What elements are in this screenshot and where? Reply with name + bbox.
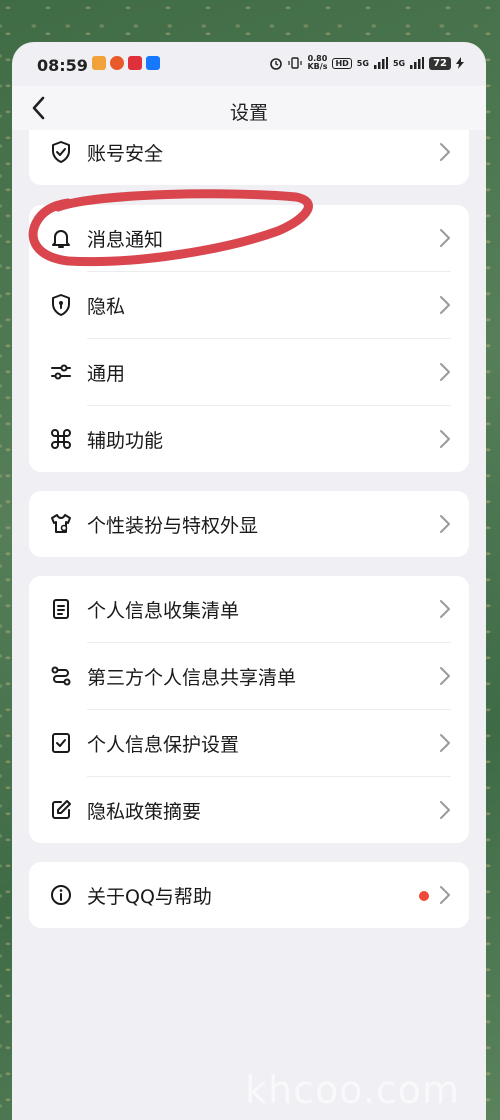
share-icon	[51, 666, 71, 686]
edit-icon	[52, 800, 71, 819]
app-notification-icon	[110, 56, 124, 70]
settings-row-account-security[interactable]: 账号安全	[29, 130, 469, 185]
status-app-icons	[92, 56, 160, 70]
tshirt-icon	[51, 514, 71, 533]
nav-bar: 设置	[12, 86, 486, 130]
signal-icon	[410, 57, 425, 69]
chevron-right-icon	[440, 515, 450, 533]
settings-row-general[interactable]: 通用	[29, 339, 469, 405]
privacy-info-card: 个人信息收集清单 第三方个人信息共享清单 个人信息保护设置 隐私政策摘要	[29, 576, 469, 843]
document-icon	[53, 599, 69, 619]
row-label: 隐私	[87, 296, 126, 318]
chevron-right-icon	[440, 667, 450, 685]
account-card: 账号安全	[29, 130, 469, 185]
settings-row-policy[interactable]: 隐私政策摘要	[29, 777, 469, 843]
network-speed: 0.80 KB/s	[307, 55, 327, 71]
row-label: 个人信息保护设置	[87, 734, 240, 756]
chevron-right-icon	[440, 734, 450, 752]
notification-dot	[419, 891, 429, 901]
shield-check-icon	[52, 141, 70, 163]
chevron-right-icon	[440, 886, 450, 904]
row-label: 关于QQ与帮助	[87, 886, 212, 908]
speed-unit: KB/s	[307, 62, 328, 71]
network-5g-1: 5G	[356, 58, 369, 68]
alipay-icon	[146, 56, 160, 70]
about-card: 关于QQ与帮助	[29, 862, 469, 928]
app-notification-icon	[128, 56, 142, 70]
row-label: 个人信息收集清单	[87, 600, 240, 622]
settings-row-third-party[interactable]: 第三方个人信息共享清单	[29, 643, 469, 709]
settings-row-accessibility[interactable]: 辅助功能	[29, 406, 469, 472]
chevron-right-icon	[440, 801, 450, 819]
chevron-right-icon	[440, 600, 450, 618]
annotation-circle	[28, 189, 313, 267]
settings-row-info-protect[interactable]: 个人信息保护设置	[29, 710, 469, 776]
chevron-right-icon	[440, 143, 450, 161]
checkbox-icon	[52, 733, 70, 753]
charging-icon	[456, 57, 464, 69]
chevron-right-icon	[440, 229, 450, 247]
settings-row-privacy[interactable]: 隐私	[29, 272, 469, 338]
alarm-icon	[269, 56, 283, 70]
settings-row-dressup[interactable]: 个性装扮与特权外显	[29, 491, 469, 557]
row-label: 通用	[87, 363, 126, 385]
row-label: 第三方个人信息共享清单	[87, 667, 297, 689]
chevron-right-icon	[440, 296, 450, 314]
status-indicators: 0.80 KB/s HD 5G 5G 72	[269, 55, 464, 71]
vibrate-icon	[288, 56, 303, 70]
signal-icon	[373, 57, 388, 69]
page-title: 设置	[229, 102, 268, 124]
network-5g-2: 5G	[392, 58, 406, 68]
row-label: 个性装扮与特权外显	[87, 515, 259, 537]
dressup-card: 个性装扮与特权外显	[29, 491, 469, 557]
chevron-right-icon	[440, 430, 450, 448]
status-bar: 08:59 0.80 KB/s HD 5G 5G 72	[12, 42, 486, 86]
watermark: khcoo.com	[245, 1068, 461, 1112]
shield-lock-icon	[52, 294, 70, 316]
info-icon	[51, 885, 71, 905]
hd-badge: HD	[332, 57, 352, 69]
settings-row-about[interactable]: 关于QQ与帮助	[29, 862, 469, 928]
row-label: 隐私政策摘要	[87, 801, 202, 823]
row-label: 账号安全	[87, 143, 164, 165]
status-time: 08:59	[37, 56, 88, 75]
app-notification-icon	[92, 56, 106, 70]
battery-level: 72	[429, 56, 451, 70]
sliders-icon	[51, 364, 71, 380]
settings-row-info-collect[interactable]: 个人信息收集清单	[29, 576, 469, 642]
row-label: 辅助功能	[87, 430, 164, 452]
chevron-right-icon	[440, 363, 450, 381]
command-icon	[51, 429, 71, 449]
